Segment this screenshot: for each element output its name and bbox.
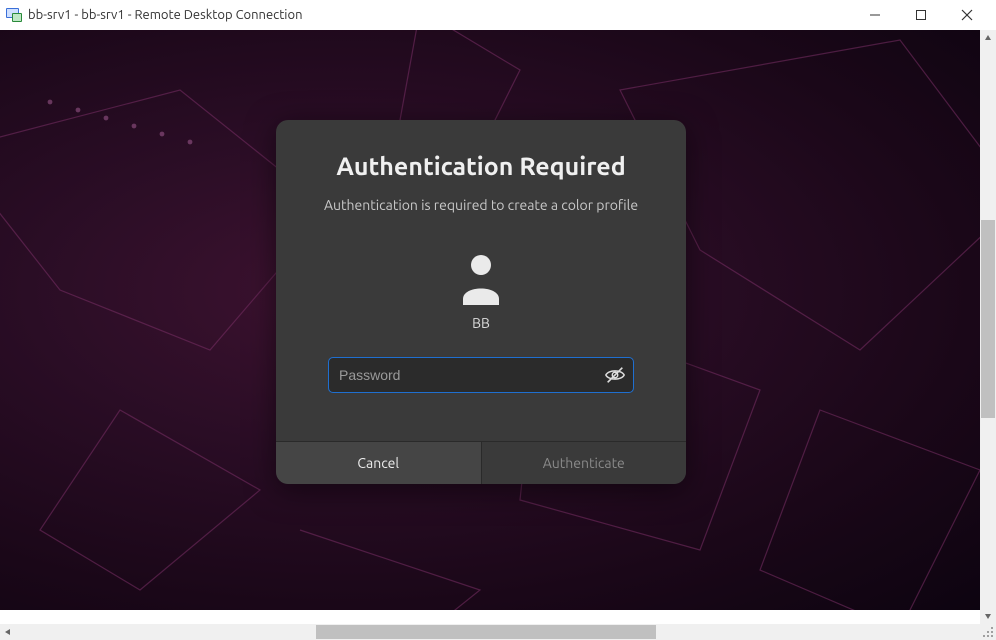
scroll-down-arrow-icon[interactable] xyxy=(980,608,996,624)
password-input[interactable] xyxy=(328,357,634,393)
remote-desktop-background: Authentication Required Authentication i… xyxy=(0,30,980,610)
authentication-dialog: Authentication Required Authentication i… xyxy=(276,120,686,484)
toggle-password-visibility-icon[interactable] xyxy=(604,364,626,386)
window-title: bb-srv1 - bb-srv1 - Remote Desktop Conne… xyxy=(28,8,852,22)
dialog-button-row: Cancel Authenticate xyxy=(276,441,686,484)
window-controls xyxy=(852,0,990,30)
horizontal-scroll-thumb[interactable] xyxy=(316,625,656,639)
dialog-title: Authentication Required xyxy=(312,152,650,180)
resize-grip-icon[interactable] xyxy=(980,624,996,640)
horizontal-scrollbar[interactable] xyxy=(0,624,996,640)
window-titlebar: bb-srv1 - bb-srv1 - Remote Desktop Conne… xyxy=(0,0,996,30)
vertical-scrollbar[interactable] xyxy=(980,30,996,624)
cancel-button[interactable]: Cancel xyxy=(276,442,482,484)
vertical-scroll-thumb[interactable] xyxy=(981,220,995,418)
username-label: BB xyxy=(312,315,650,331)
dialog-message: Authentication is required to create a c… xyxy=(312,196,650,215)
password-row xyxy=(328,357,634,393)
remote-viewport: Authentication Required Authentication i… xyxy=(0,30,996,624)
scroll-up-arrow-icon[interactable] xyxy=(980,30,996,46)
authenticate-button[interactable]: Authenticate xyxy=(482,442,687,484)
minimize-button[interactable] xyxy=(852,0,898,30)
rdc-app-icon xyxy=(6,7,22,23)
scroll-left-arrow-icon[interactable] xyxy=(0,624,16,640)
vertical-scroll-track[interactable] xyxy=(980,46,996,608)
maximize-button[interactable] xyxy=(898,0,944,30)
user-avatar-icon xyxy=(453,249,509,305)
close-button[interactable] xyxy=(944,0,990,30)
horizontal-scroll-track[interactable] xyxy=(16,624,980,640)
